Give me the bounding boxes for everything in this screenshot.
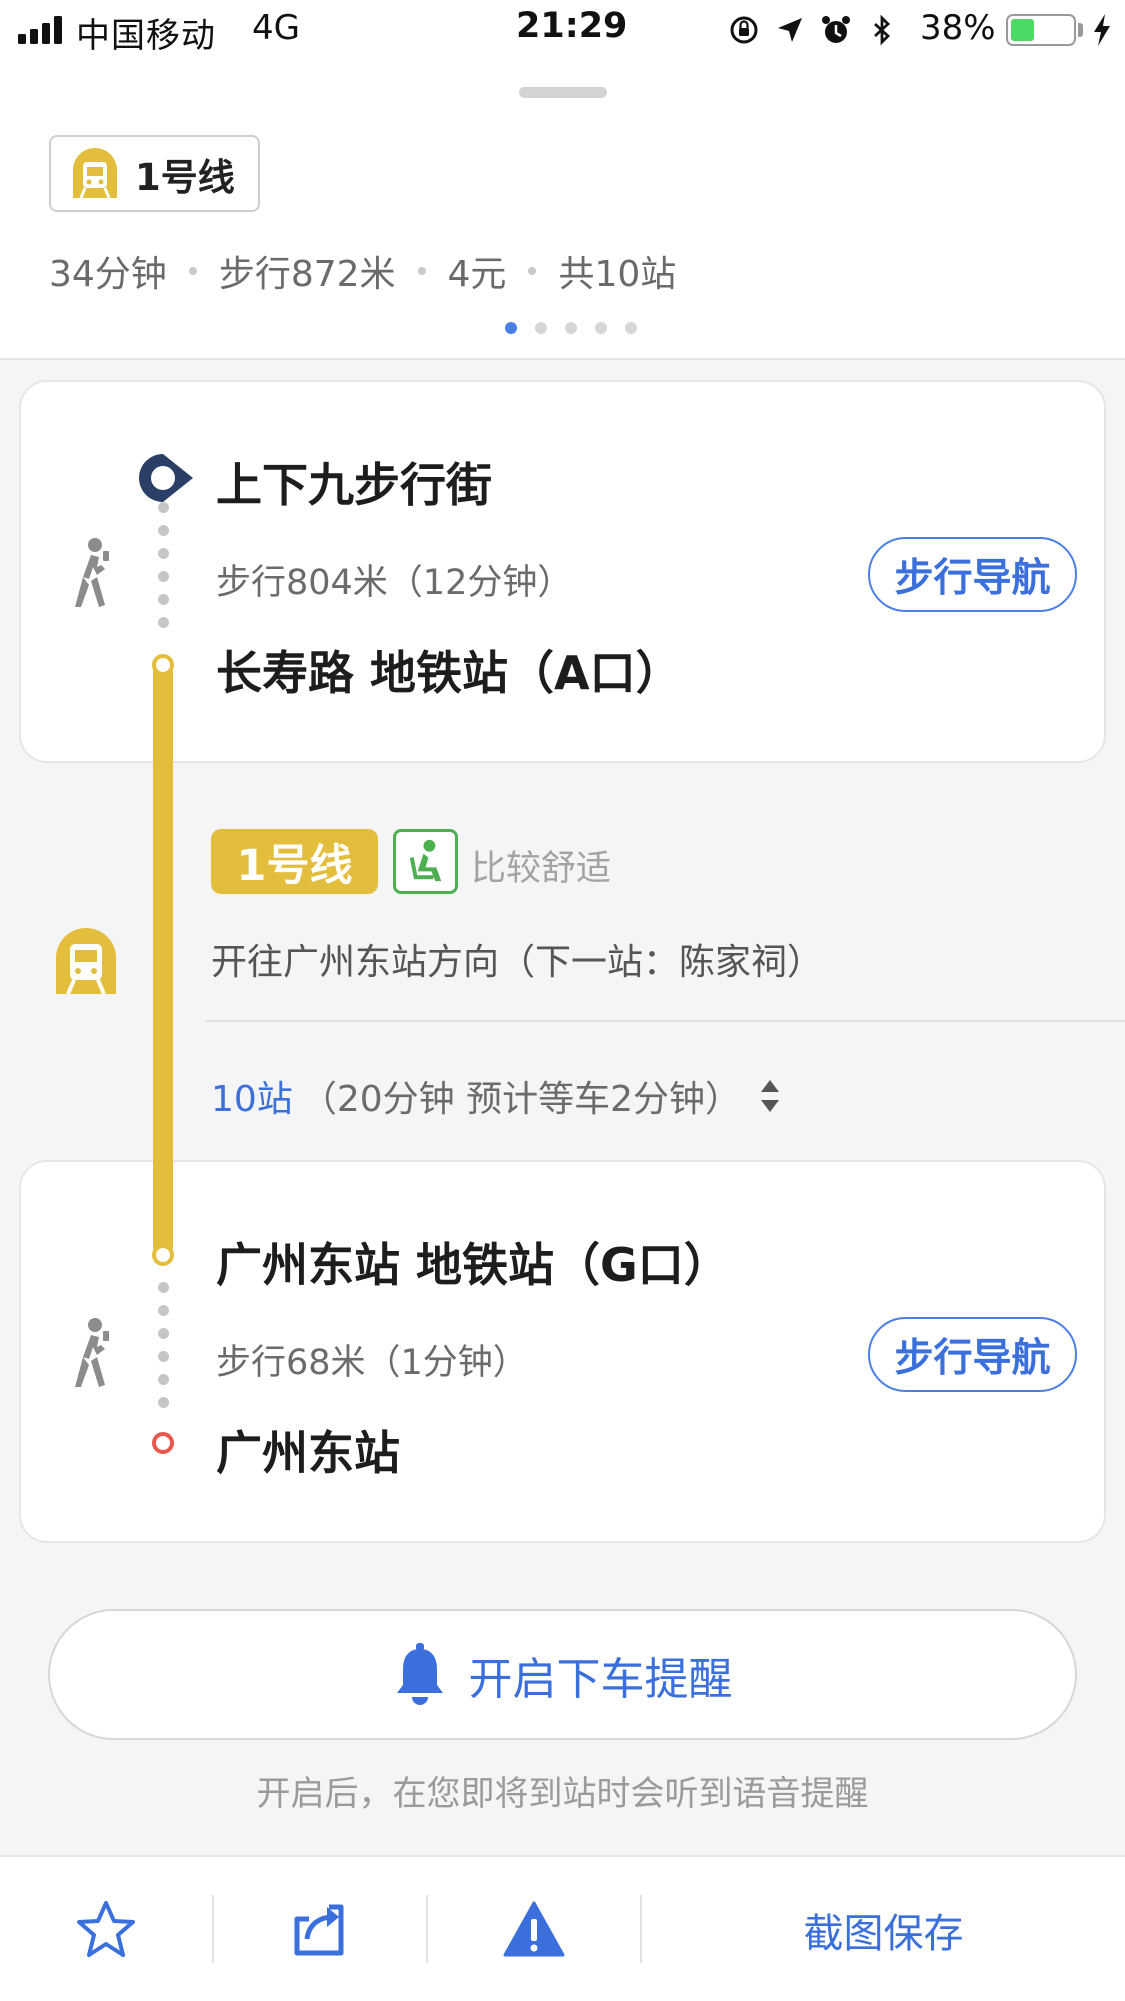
report-issue-button[interactable] (428, 1857, 640, 2001)
line-chip-label: 1号线 (135, 155, 235, 199)
expand-collapse-icon (760, 1080, 779, 1112)
divider (205, 1020, 1125, 1022)
separator-dot (528, 267, 537, 275)
transit-route-detail-screen: 中国移动 4G 21:29 38% 1号线 34分钟 步行872米 4元 共10… (0, 0, 1125, 2001)
bell-icon (396, 1642, 443, 1705)
plan-pager-dots[interactable] (505, 322, 637, 334)
favorite-button[interactable] (0, 1857, 212, 2001)
battery-icon (1006, 14, 1076, 46)
bluetooth-icon (874, 14, 891, 46)
arrival-reminder-button[interactable]: 开启下车提醒 (48, 1609, 1077, 1740)
orientation-lock-icon (730, 16, 758, 44)
separator-dot (188, 267, 197, 275)
walk-distance-time: 步行68米（1分钟） (216, 1343, 528, 1383)
comfort-seat-icon (393, 829, 458, 894)
charging-icon (1094, 14, 1110, 46)
metro-line-path (153, 662, 173, 1256)
walk-navigation-button[interactable]: 步行导航 (868, 1317, 1077, 1392)
stops-count: 10站 (211, 1079, 293, 1120)
stops-expand-toggle[interactable]: 10站 （20分钟 预计等车2分钟） (211, 1070, 781, 1122)
separator-dot (417, 267, 426, 275)
battery-level-fill (1011, 19, 1034, 41)
train-direction: 开往广州东站方向（下一站：陈家祠） (211, 942, 824, 983)
share-button[interactable] (214, 1857, 426, 2001)
network-type: 4G (252, 8, 300, 48)
walk-segment-end-card: 广州东站 地铁站（G口） 步行68米（1分钟） 步行导航 广州东站 (19, 1160, 1106, 1543)
location-arrow-icon (778, 18, 802, 42)
summary-fare: 4元 (447, 254, 507, 295)
metro-line-badge[interactable]: 1号线 (211, 829, 378, 894)
battery-tip (1078, 23, 1083, 37)
screenshot-save-button[interactable]: 截图保存 (642, 1857, 1125, 2001)
star-icon (77, 1901, 135, 1957)
metro-train-icon (73, 147, 117, 199)
walking-person-icon (75, 1318, 109, 1387)
start-place-name: 上下九步行街 (216, 458, 492, 512)
metro-train-icon (56, 928, 116, 994)
walk-distance-time: 步行804米（12分钟） (216, 563, 573, 603)
comfort-level-text: 比较舒适 (471, 849, 612, 889)
pager-dot[interactable] (565, 322, 577, 334)
clock: 21:29 (516, 6, 628, 46)
walk-path-dots (158, 502, 170, 640)
signal-icon (18, 16, 62, 44)
line-chip[interactable]: 1号线 (49, 135, 260, 212)
warning-icon (503, 1901, 565, 1957)
route-summary: 34分钟 步行872米 4元 共10站 (49, 245, 676, 297)
walk-navigation-button[interactable]: 步行导航 (868, 537, 1077, 612)
board-station-name: 长寿路 地铁站（A口） (216, 646, 682, 700)
summary-stops: 共10站 (558, 254, 677, 295)
destination-name: 广州东站 (216, 1426, 400, 1480)
walking-person-icon (75, 538, 109, 607)
alarm-icon (822, 16, 850, 43)
start-location-marker (139, 454, 193, 502)
pager-dot[interactable] (505, 322, 517, 334)
bottom-action-bar: 截图保存 (0, 1855, 1125, 2001)
reminder-label: 开启下车提醒 (468, 1653, 733, 1705)
status-bar: 中国移动 4G 21:29 38% (0, 0, 1125, 60)
destination-marker (152, 1432, 174, 1454)
status-icons (728, 12, 898, 48)
pager-dot[interactable] (595, 322, 607, 334)
summary-walk: 步行872米 (218, 254, 396, 295)
board-stop-dot (152, 654, 174, 676)
walk-path-dots (158, 1282, 170, 1420)
ride-time-detail: （20分钟 预计等车2分钟） (300, 1079, 741, 1120)
walk-segment-start-card: 上下九步行街 步行804米（12分钟） 步行导航 长寿路 地铁站（A口） (19, 380, 1106, 763)
share-icon (294, 1904, 344, 1956)
pager-dot[interactable] (625, 322, 637, 334)
battery-percent: 38% (920, 8, 996, 48)
alight-stop-dot (152, 1244, 174, 1266)
reminder-hint: 开启后，在您即将到站时会听到语音提醒 (256, 1774, 869, 1814)
alight-station-name: 广州东站 地铁站（G口） (216, 1238, 730, 1292)
pager-dot[interactable] (535, 322, 547, 334)
route-summary-header[interactable]: 1号线 34分钟 步行872米 4元 共10站 (0, 60, 1125, 360)
carrier-name: 中国移动 (76, 16, 216, 56)
drag-handle[interactable] (519, 87, 607, 98)
summary-duration: 34分钟 (49, 254, 167, 295)
